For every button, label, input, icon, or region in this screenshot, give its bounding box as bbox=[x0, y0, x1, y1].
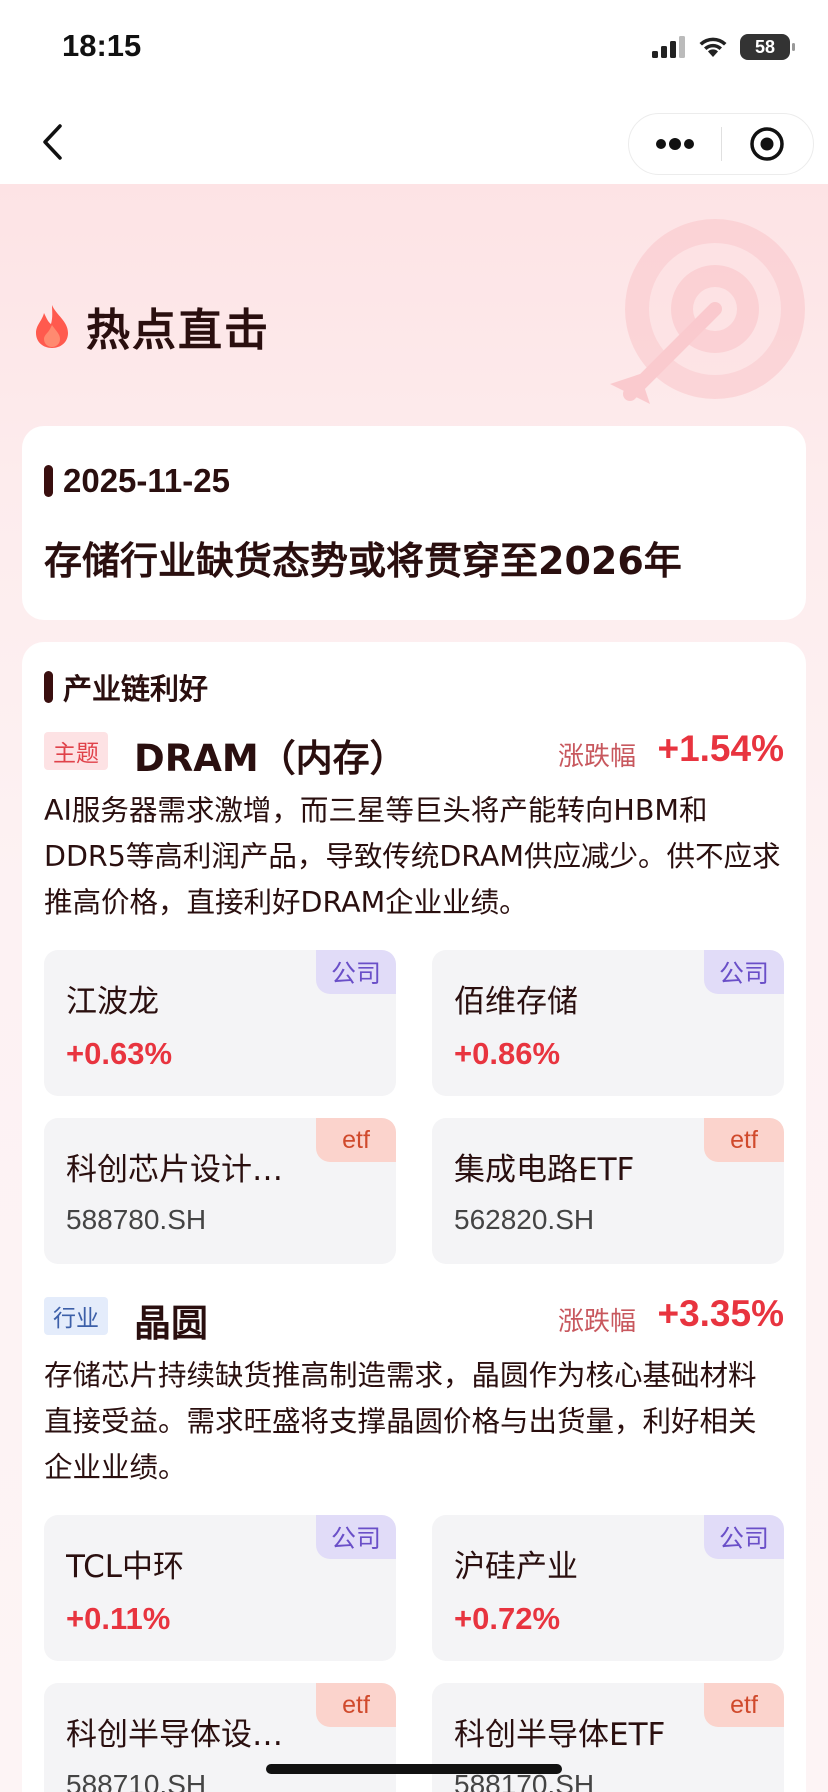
etf-name: 集成电路ETF bbox=[454, 1152, 635, 1188]
stock-grid: 公司 江波龙 +0.63% 公司 佰维存储 +0.86% etf 科创芯片设计…… bbox=[44, 950, 784, 1264]
stock-change: +0.63% bbox=[66, 1036, 173, 1071]
company-badge: 公司 bbox=[316, 950, 396, 994]
wifi-icon bbox=[699, 37, 727, 57]
sector-header: 行业 晶圆 涨跌幅 +3.35% bbox=[44, 1289, 784, 1345]
change-value: +1.54% bbox=[657, 728, 784, 769]
hero-title: 热点直击 bbox=[32, 294, 270, 358]
hero-section: 热点直击 2025-11-25 存储行业缺货态势或将贯穿至2026年 产业链利好… bbox=[0, 184, 828, 1792]
company-badge: 公司 bbox=[316, 1515, 396, 1559]
sector-name: DRAM（内存） bbox=[134, 737, 407, 780]
news-card[interactable]: 2025-11-25 存储行业缺货态势或将贯穿至2026年 bbox=[22, 426, 806, 620]
back-icon bbox=[43, 124, 62, 160]
sector-dram[interactable]: 主题 DRAM（内存） 涨跌幅 +1.54% AI服务器需求激增，而三星等巨头将… bbox=[44, 724, 784, 1264]
etf-code: 588780.SH bbox=[66, 1204, 207, 1235]
etf-badge: etf bbox=[316, 1683, 396, 1727]
etf-name: 科创芯片设计… bbox=[66, 1152, 283, 1188]
sector-tag: 主题 bbox=[44, 732, 108, 770]
chain-title-text: 产业链利好 bbox=[63, 672, 209, 706]
etf-name: 科创半导体设… bbox=[66, 1717, 283, 1753]
news-headline: 存储行业缺货态势或将贯穿至2026年 bbox=[44, 539, 682, 583]
stock-grid: 公司 TCL中环 +0.11% 公司 沪硅产业 +0.72% etf 科创半导体… bbox=[44, 1515, 784, 1792]
home-indicator[interactable] bbox=[266, 1764, 562, 1774]
etf-code: 562820.SH bbox=[454, 1204, 595, 1235]
sector-header: 主题 DRAM（内存） 涨跌幅 +1.54% bbox=[44, 724, 784, 780]
sector-wafer[interactable]: 行业 晶圆 涨跌幅 +3.35% 存储芯片持续缺货推高制造需求，晶圆作为核心基础… bbox=[44, 1289, 784, 1792]
flame-icon bbox=[36, 305, 68, 348]
date-marker bbox=[44, 465, 53, 497]
stock-card[interactable]: 公司 TCL中环 +0.11% bbox=[44, 1515, 396, 1661]
stock-name: 江波龙 bbox=[66, 984, 159, 1020]
news-date: 2025-11-25 bbox=[63, 462, 230, 499]
status-bar: 18:15 58 bbox=[0, 0, 828, 100]
stock-card[interactable]: 公司 佰维存储 +0.86% bbox=[432, 950, 784, 1096]
more-button[interactable] bbox=[629, 114, 721, 174]
news-date-row: 2025-11-25 bbox=[44, 462, 230, 500]
etf-card[interactable]: etf 集成电路ETF 562820.SH bbox=[432, 1118, 784, 1264]
change-label: 涨跌幅 bbox=[557, 742, 636, 772]
back-button[interactable] bbox=[26, 116, 78, 168]
system-icons: 58 bbox=[652, 34, 795, 60]
nav-bar bbox=[0, 100, 828, 184]
etf-badge: etf bbox=[704, 1683, 784, 1727]
industry-chain-card: 产业链利好 主题 DRAM（内存） 涨跌幅 +1.54% AI服务器需求激增，而… bbox=[22, 642, 806, 1792]
change-value: +3.35% bbox=[657, 1293, 784, 1334]
etf-badge: etf bbox=[316, 1118, 396, 1162]
stock-name: 佰维存储 bbox=[454, 984, 578, 1020]
stock-card[interactable]: 公司 江波龙 +0.63% bbox=[44, 950, 396, 1096]
chain-title: 产业链利好 bbox=[44, 666, 208, 708]
company-badge: 公司 bbox=[704, 1515, 784, 1559]
sector-description: AI服务器需求激增，而三星等巨头将产能转向HBM和DDR5等高利润产品，导致传统… bbox=[44, 794, 781, 919]
signal-icon bbox=[652, 36, 685, 58]
stock-change: +0.11% bbox=[66, 1601, 171, 1636]
etf-name: 科创半导体ETF bbox=[454, 1717, 666, 1753]
stock-name: TCL中环 bbox=[66, 1549, 185, 1585]
company-badge: 公司 bbox=[704, 950, 784, 994]
etf-card[interactable]: etf 科创半导体设… 588710.SH bbox=[44, 1683, 396, 1792]
etf-card[interactable]: etf 科创半导体ETF 588170.SH bbox=[432, 1683, 784, 1792]
target-close-icon bbox=[750, 127, 784, 161]
battery-icon: 58 bbox=[740, 34, 795, 60]
etf-code: 588710.SH bbox=[66, 1769, 207, 1792]
sector-tag: 行业 bbox=[44, 1297, 108, 1335]
sector-description: 存储芯片持续缺货推高制造需求，晶圆作为核心基础材料直接受益。需求旺盛将支撑晶圆价… bbox=[44, 1359, 757, 1484]
chain-title-marker bbox=[44, 671, 53, 703]
hero-title-text: 热点直击 bbox=[86, 305, 270, 356]
stock-card[interactable]: 公司 沪硅产业 +0.72% bbox=[432, 1515, 784, 1661]
target-icon bbox=[610, 219, 805, 404]
sector-name: 晶圆 bbox=[134, 1302, 208, 1345]
stock-name: 沪硅产业 bbox=[454, 1549, 578, 1585]
stock-change: +0.86% bbox=[454, 1036, 561, 1071]
close-mini-program-button[interactable] bbox=[722, 114, 814, 174]
more-icon bbox=[655, 138, 694, 150]
change-label: 涨跌幅 bbox=[557, 1307, 636, 1337]
etf-card[interactable]: etf 科创芯片设计… 588780.SH bbox=[44, 1118, 396, 1264]
stock-change: +0.72% bbox=[454, 1601, 561, 1636]
mini-program-capsule bbox=[628, 113, 814, 175]
status-time: 18:15 bbox=[62, 28, 142, 63]
etf-badge: etf bbox=[704, 1118, 784, 1162]
